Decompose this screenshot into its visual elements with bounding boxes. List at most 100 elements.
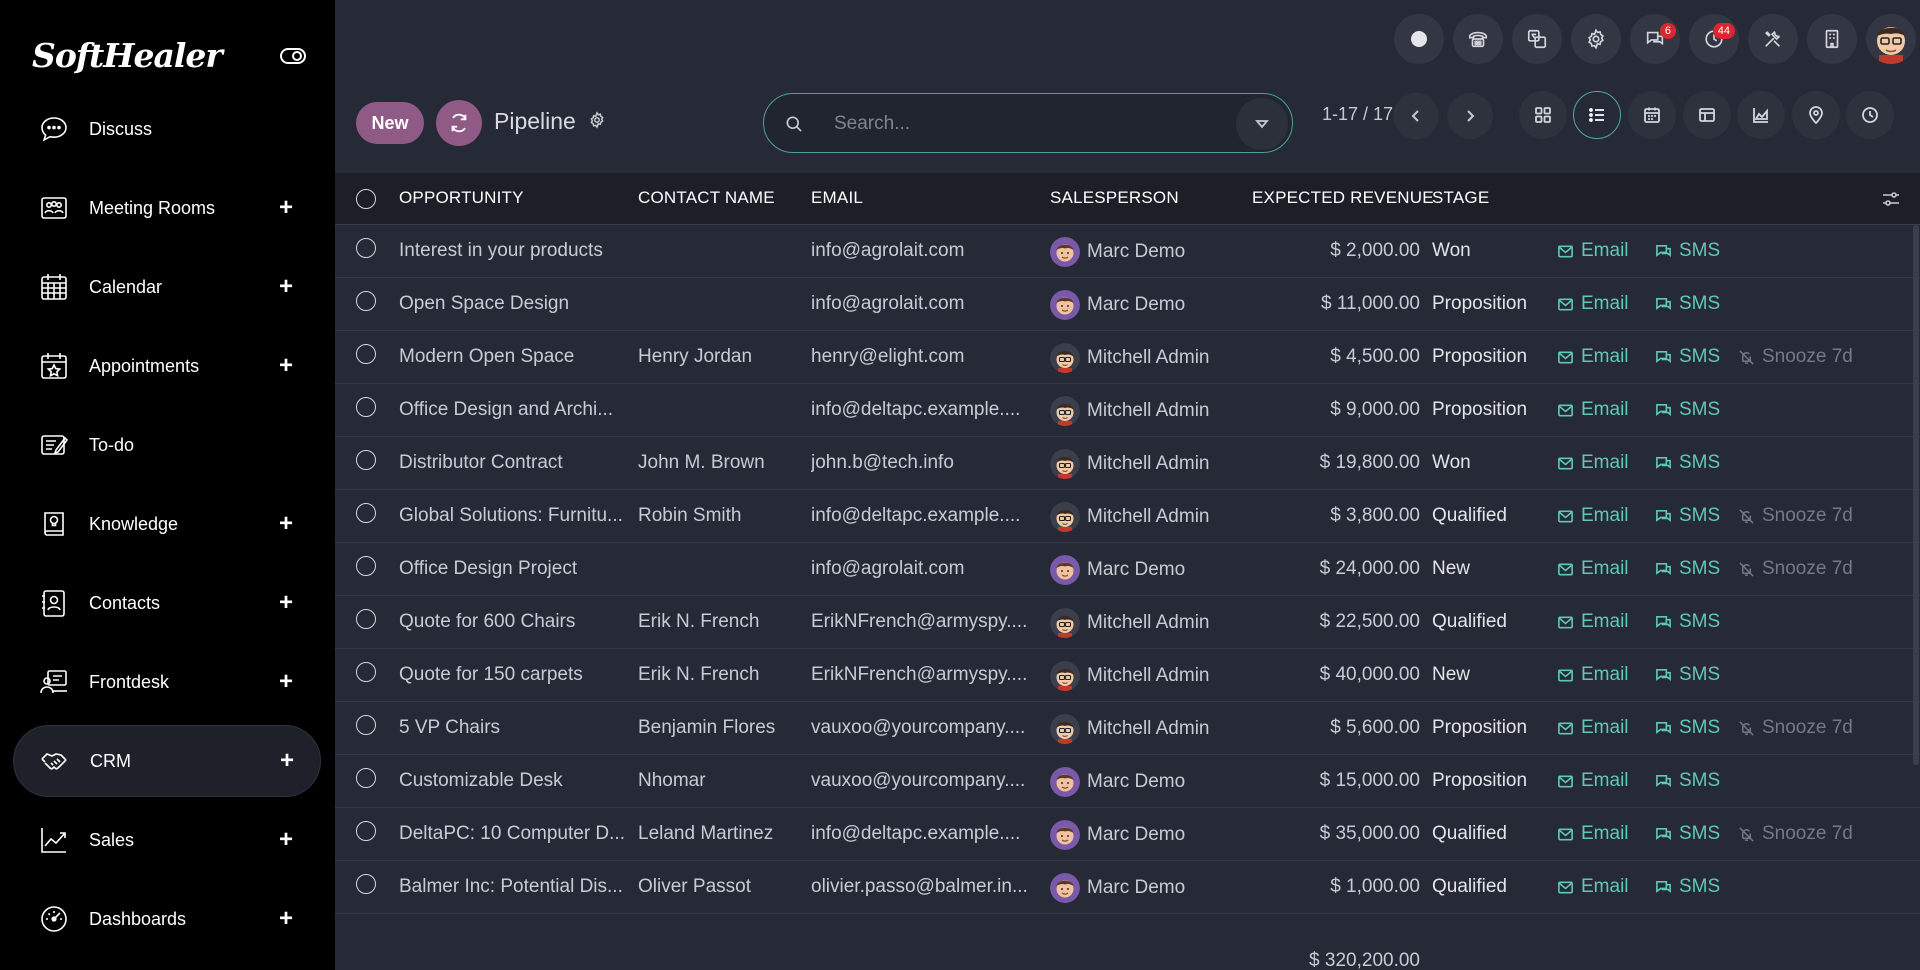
sms-action-button[interactable]: SMS (1655, 717, 1720, 739)
table-row[interactable]: Interest in your products info@agrolait.c… (335, 225, 1920, 278)
add-knowledge-button[interactable]: + (279, 512, 293, 536)
email-action-button[interactable]: Email (1557, 293, 1629, 315)
table-row[interactable]: Quote for 150 carpets Erik N. French ErikN… (335, 649, 1920, 702)
sms-action-button[interactable]: SMS (1655, 452, 1720, 474)
email-action-button[interactable]: Email (1557, 399, 1629, 421)
email-action-button[interactable]: Email (1557, 558, 1629, 580)
sms-action-button[interactable]: SMS (1655, 399, 1720, 421)
column-email[interactable]: EMAIL (811, 188, 863, 208)
email-action-button[interactable]: Email (1557, 240, 1629, 262)
table-row[interactable]: Distributor Contract John M. Brown john.b@… (335, 437, 1920, 490)
row-select-checkbox[interactable] (356, 450, 376, 470)
sms-action-button[interactable]: SMS (1655, 823, 1720, 845)
add-frontdesk-button[interactable]: + (279, 670, 293, 694)
sms-action-button[interactable]: SMS (1655, 293, 1720, 315)
pager-value[interactable]: 1-17 / 17 (1322, 104, 1393, 125)
column-opportunity[interactable]: OPPORTUNITY (399, 188, 524, 208)
row-select-checkbox[interactable] (356, 609, 376, 629)
row-select-checkbox[interactable] (356, 503, 376, 523)
list-view-button[interactable] (1573, 91, 1621, 139)
table-row[interactable]: Balmer Inc: Potential Dis... Oliver Passo… (335, 861, 1920, 914)
map-view-button[interactable] (1792, 91, 1840, 139)
column-stage[interactable]: STAGE (1432, 188, 1489, 208)
user-avatar[interactable] (1866, 14, 1916, 64)
search-options-button[interactable] (1236, 98, 1288, 150)
row-select-checkbox[interactable] (356, 556, 376, 576)
email-action-button[interactable]: Email (1557, 664, 1629, 686)
sms-action-button[interactable]: SMS (1655, 611, 1720, 633)
sidebar-item-frontdesk[interactable]: Frontdesk + (13, 646, 321, 718)
tools-button[interactable] (1748, 14, 1798, 64)
email-action-button[interactable]: Email (1557, 876, 1629, 898)
snooze-button[interactable]: Snooze 7d (1738, 558, 1853, 580)
row-select-checkbox[interactable] (356, 238, 376, 258)
email-action-button[interactable]: Email (1557, 452, 1629, 474)
voip-button[interactable] (1453, 14, 1503, 64)
email-action-button[interactable]: Email (1557, 717, 1629, 739)
table-row[interactable]: Global Solutions: Furnitu... Robin Smith i… (335, 490, 1920, 543)
activity-view-button[interactable] (1846, 91, 1894, 139)
sidebar-item-knowledge[interactable]: Knowledge + (13, 488, 321, 560)
sms-action-button[interactable]: SMS (1655, 346, 1720, 368)
search-input[interactable] (834, 108, 1214, 140)
snooze-button[interactable]: Snooze 7d (1738, 346, 1853, 368)
calendar-view-button[interactable] (1628, 91, 1676, 139)
select-all-checkbox[interactable] (356, 189, 376, 209)
sms-action-button[interactable]: SMS (1655, 876, 1720, 898)
pivot-view-button[interactable] (1683, 91, 1731, 139)
sms-action-button[interactable]: SMS (1655, 664, 1720, 686)
add-appointments-button[interactable]: + (279, 354, 293, 378)
sidebar-item-discuss[interactable]: Discuss (13, 93, 321, 165)
add-dashboards-button[interactable]: + (279, 907, 293, 931)
sms-action-button[interactable]: SMS (1655, 240, 1720, 262)
email-action-button[interactable]: Email (1557, 611, 1629, 633)
row-select-checkbox[interactable] (356, 344, 376, 364)
action-gear-icon[interactable] (588, 111, 606, 129)
row-select-checkbox[interactable] (356, 874, 376, 894)
row-select-checkbox[interactable] (356, 291, 376, 311)
table-row[interactable]: Office Design and Archi... info@deltapc.e… (335, 384, 1920, 437)
row-select-checkbox[interactable] (356, 821, 376, 841)
table-row[interactable]: Office Design Project info@agrolait.com Ma… (335, 543, 1920, 596)
messages-button[interactable]: 6 (1630, 14, 1680, 64)
sidebar-item-dashboards[interactable]: Dashboards + (13, 883, 321, 955)
row-select-checkbox[interactable] (356, 397, 376, 417)
activities-button[interactable]: 44 (1689, 14, 1739, 64)
sidebar-toggle-icon[interactable] (280, 48, 306, 64)
row-select-checkbox[interactable] (356, 662, 376, 682)
pager-previous-button[interactable] (1393, 93, 1439, 139)
row-select-checkbox[interactable] (356, 715, 376, 735)
sms-action-button[interactable]: SMS (1655, 770, 1720, 792)
email-action-button[interactable]: Email (1557, 770, 1629, 792)
snooze-button[interactable]: Snooze 7d (1738, 823, 1853, 845)
table-row[interactable]: Quote for 600 Chairs Erik N. French ErikNF… (335, 596, 1920, 649)
column-salesperson[interactable]: SALESPERSON (1050, 188, 1179, 208)
sidebar-item-meeting-rooms[interactable]: Meeting Rooms + (13, 172, 321, 244)
pager-next-button[interactable] (1447, 93, 1493, 139)
snooze-button[interactable]: Snooze 7d (1738, 505, 1853, 527)
company-button[interactable] (1807, 14, 1857, 64)
optional-columns-icon[interactable] (1882, 191, 1900, 207)
settings-button[interactable] (1571, 14, 1621, 64)
table-row[interactable]: DeltaPC: 10 Computer D... Leland Martinez… (335, 808, 1920, 861)
table-row[interactable]: Open Space Design info@agrolait.com Marc D… (335, 278, 1920, 331)
table-row[interactable]: Customizable Desk Nhomar vauxoo@yourcompan… (335, 755, 1920, 808)
table-row[interactable]: 5 VP Chairs Benjamin Flores vauxoo@yourcom… (335, 702, 1920, 755)
snooze-button[interactable]: Snooze 7d (1738, 717, 1853, 739)
add-calendar-button[interactable]: + (279, 275, 293, 299)
email-action-button[interactable]: Email (1557, 505, 1629, 527)
graph-view-button[interactable] (1737, 91, 1785, 139)
sidebar-item-contacts[interactable]: Contacts + (13, 567, 321, 639)
app-logo[interactable]: SoftHealer (32, 36, 223, 75)
row-select-checkbox[interactable] (356, 768, 376, 788)
sidebar-item-calendar[interactable]: Calendar + (13, 251, 321, 323)
table-row[interactable]: Modern Open Space Henry Jordan henry@eligh… (335, 331, 1920, 384)
sidebar-item-crm[interactable]: CRM + (13, 725, 321, 797)
column-expected-revenue[interactable]: EXPECTED REVENUE (1252, 188, 1434, 208)
status-dot-button[interactable] (1394, 14, 1444, 64)
sidebar-item-sales[interactable]: Sales + (13, 804, 321, 876)
add-sales-button[interactable]: + (279, 828, 293, 852)
add-meeting-rooms-button[interactable]: + (279, 196, 293, 220)
email-action-button[interactable]: Email (1557, 346, 1629, 368)
sms-action-button[interactable]: SMS (1655, 505, 1720, 527)
